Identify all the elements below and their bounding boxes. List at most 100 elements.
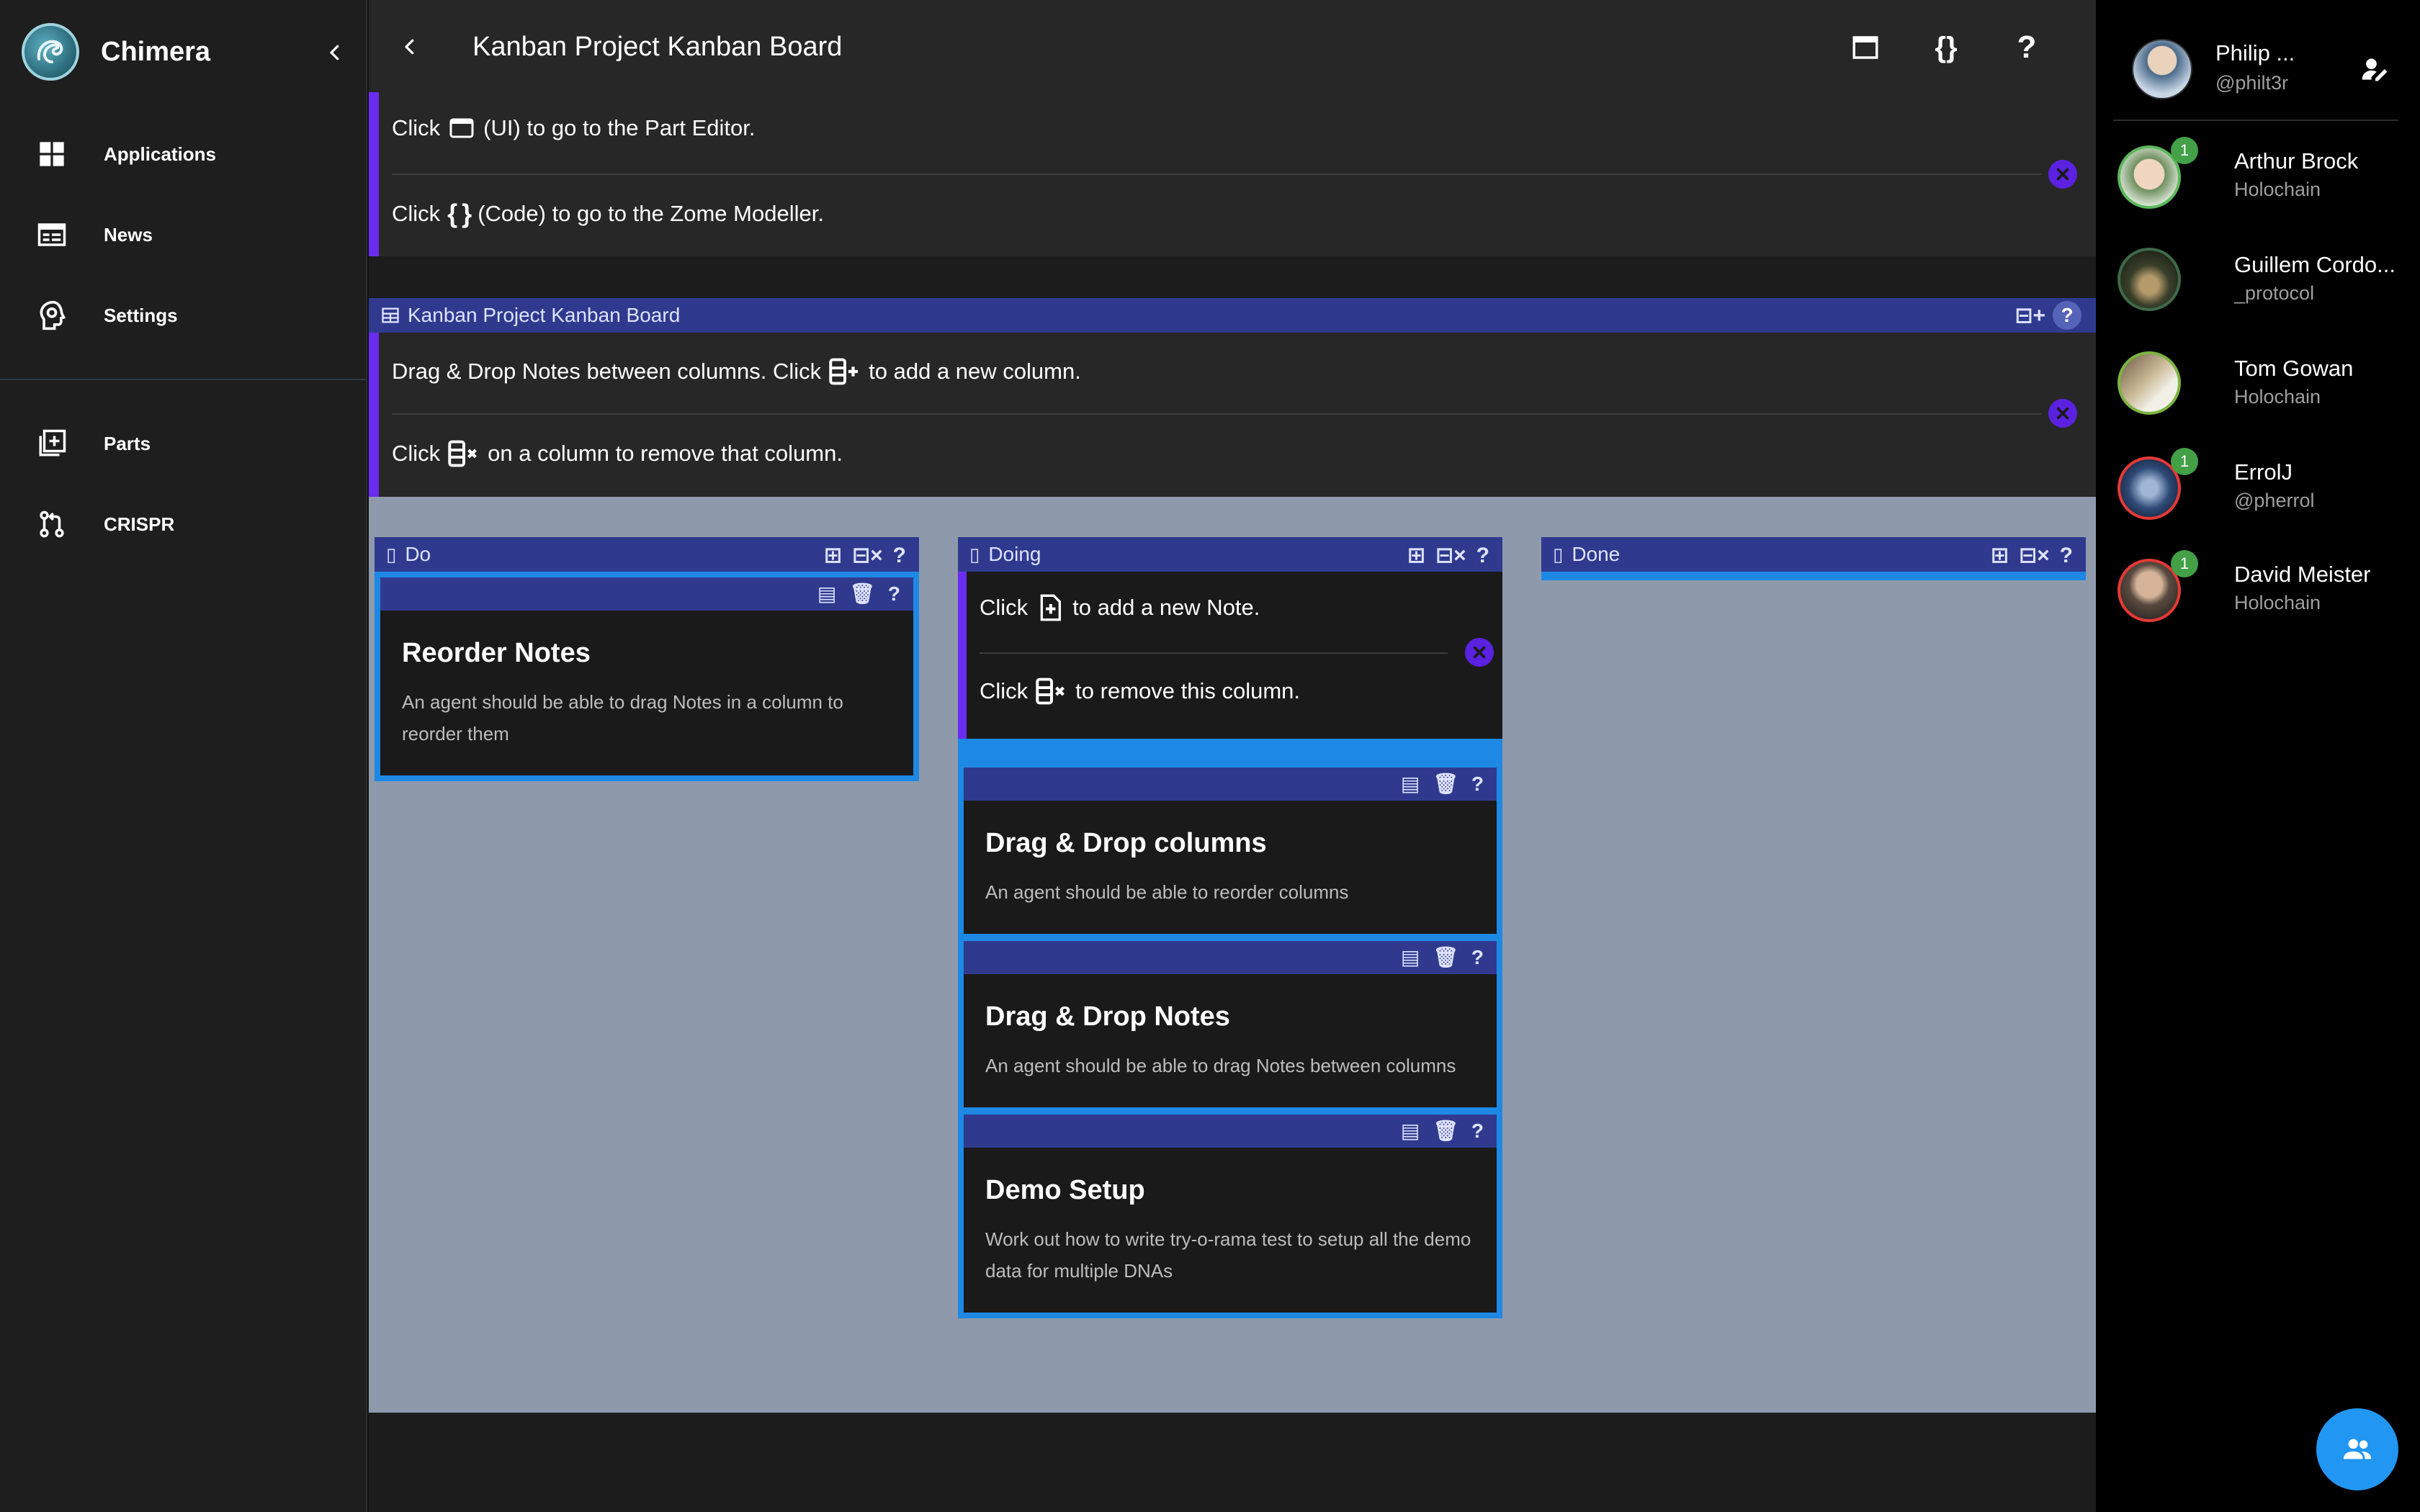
question-icon[interactable]: ? <box>1471 773 1484 796</box>
column-doing[interactable]: ▯ Doing ⊞ ⊟× ? Click to add a new Note. … <box>958 537 1502 1318</box>
dismiss-help-button[interactable] <box>1465 638 1494 667</box>
person-sub: Holochain <box>2234 592 2321 613</box>
question-icon: ? <box>2017 30 2037 65</box>
delete-icon[interactable]: 🗑 <box>849 582 875 606</box>
remove-column-icon <box>447 439 480 468</box>
column-body <box>1541 572 2086 580</box>
library-add-icon <box>36 428 68 459</box>
column-header[interactable]: ▯ Do ⊞ ⊟× ? <box>375 537 919 572</box>
question-icon[interactable]: ? <box>893 544 906 568</box>
note-header: ▤ 🗑 ? <box>964 768 1497 801</box>
note-card[interactable]: ▤ 🗑 ? Drag & Drop Notes An agent should … <box>964 941 1497 1107</box>
edit-note-icon[interactable]: ▤ <box>1401 945 1420 969</box>
nav-item-applications[interactable]: Applications <box>0 118 366 190</box>
question-icon: ? <box>2061 304 2074 326</box>
nav-item-settings[interactable]: Settings <box>0 279 366 351</box>
delete-icon[interactable]: 🗑 <box>1433 772 1458 796</box>
divider <box>2113 120 2398 121</box>
brand: Chimera <box>22 22 353 82</box>
chimera-logo[interactable] <box>22 23 79 81</box>
help-button[interactable]: ? <box>2001 22 2053 73</box>
column-header[interactable]: ▯ Doing ⊞ ⊟× ? <box>958 537 1502 572</box>
edit-profile-button[interactable] <box>2360 53 2391 89</box>
remove-column-icon[interactable]: ⊟× <box>852 543 883 568</box>
person-item[interactable]: Tom Gowan Holochain <box>2096 344 2420 438</box>
note-description: An agent should be able to reorder colum… <box>985 881 1349 903</box>
column-header[interactable]: ▯ Done ⊞ ⊟× ? <box>1541 537 2086 572</box>
help-text: (Code) to go to the Zome Modeller. <box>478 201 824 226</box>
source-pull-icon <box>36 508 68 540</box>
edit-note-icon[interactable]: ▤ <box>1401 772 1420 796</box>
question-icon[interactable]: ? <box>888 582 900 606</box>
zome-modeller-button[interactable]: {} <box>1920 22 1972 73</box>
nav-label: Settings <box>104 304 178 326</box>
unread-badge: 1 <box>2171 137 2198 164</box>
help-line: Click { } (Code) to go to the Zome Model… <box>392 199 824 229</box>
dismiss-help-button[interactable] <box>2048 399 2077 428</box>
edit-note-icon[interactable]: ▤ <box>1401 1119 1420 1143</box>
nav-divider <box>0 379 366 380</box>
note-card[interactable]: ▤ 🗑 ? Reorder Notes An agent should be a… <box>380 577 913 775</box>
nav-item-news[interactable]: News <box>0 199 366 271</box>
column-done[interactable]: ▯ Done ⊞ ⊟× ? <box>1541 537 2086 580</box>
help-text: to add a new column. <box>869 359 1081 384</box>
help-line: Click (UI) to go to the Part Editor. <box>392 115 756 141</box>
newspaper-icon <box>36 219 68 251</box>
note-card[interactable]: ▤ 🗑 ? Drag & Drop columns An agent shoul… <box>964 768 1497 934</box>
note-card[interactable]: ▤ 🗑 ? Demo Setup Work out how to write t… <box>964 1115 1497 1313</box>
question-icon[interactable]: ? <box>2060 544 2073 568</box>
edit-note-icon[interactable]: ▤ <box>817 582 836 606</box>
help-text: to remove this column. <box>1075 678 1301 703</box>
help-text: Drag & Drop Notes between columns. Click <box>392 359 822 384</box>
add-column-icon[interactable]: ⊟+ <box>2015 303 2045 328</box>
add-note-icon[interactable]: ⊞ <box>1407 543 1425 568</box>
column-title: Done <box>1572 543 1621 565</box>
person-item[interactable]: 1 ErrolJ @pherrol <box>2096 448 2420 541</box>
collapse-sidebar-button[interactable] <box>317 35 353 71</box>
person-name: David Meister <box>2234 562 2371 587</box>
divider <box>980 652 1448 654</box>
person-sub: Holochain <box>2234 179 2321 200</box>
person-item[interactable]: Guillem Cordo... _protocol <box>2096 240 2420 334</box>
people-fab-button[interactable] <box>2316 1408 2398 1490</box>
add-column-icon <box>828 357 861 386</box>
remove-column-icon[interactable]: ⊟× <box>2019 543 2050 568</box>
column-actions: ⊞ ⊟× ? <box>1407 543 1489 568</box>
dismiss-help-button[interactable] <box>2048 160 2077 189</box>
person-item[interactable]: 1 Arthur Brock Holochain <box>2096 137 2420 230</box>
avatar <box>2118 351 2181 415</box>
close-icon <box>2056 168 2069 181</box>
nav-item-parts[interactable]: Parts <box>0 408 366 480</box>
person-item[interactable]: 1 David Meister Holochain <box>2096 550 2420 644</box>
help-text: (UI) to go to the Part Editor. <box>483 115 756 140</box>
left-sidebar: Chimera Applications News Settings Parts… <box>0 0 367 1512</box>
nav-item-crispr[interactable]: CRISPR <box>0 488 366 560</box>
column-body: Click to add a new Note. Click to remove… <box>958 572 1502 1318</box>
note-description: Work out how to write try-o-rama test to… <box>985 1228 1471 1282</box>
board-actions: ⊟+ ? <box>2015 301 2081 330</box>
bottom-strip <box>369 1433 2096 1512</box>
help-text: Click <box>980 595 1028 620</box>
question-icon[interactable]: ? <box>1471 946 1484 969</box>
column-body: ▤ 🗑 ? Reorder Notes An agent should be a… <box>375 572 919 781</box>
delete-icon[interactable]: 🗑 <box>1433 1119 1458 1143</box>
column-icon: ▯ <box>386 543 397 565</box>
help-line: Drag & Drop Notes between columns. Click… <box>392 357 1081 386</box>
note-title: Reorder Notes <box>402 638 591 668</box>
add-note-icon[interactable]: ⊞ <box>824 543 842 568</box>
app-name: Chimera <box>101 36 211 67</box>
current-user[interactable]: Philip ... @philt3r <box>2118 33 2406 105</box>
part-editor-button[interactable] <box>1839 22 1891 73</box>
question-icon[interactable]: ? <box>1476 544 1489 568</box>
board-help-button[interactable]: ? <box>2053 301 2081 330</box>
column-do[interactable]: ▯ Do ⊞ ⊟× ? ▤ 🗑 ? Reorder Notes An agent… <box>375 537 919 781</box>
add-note-icon[interactable]: ⊞ <box>1991 543 2009 568</box>
remove-column-icon[interactable]: ⊟× <box>1435 543 1466 568</box>
back-button[interactable] <box>390 27 429 66</box>
question-icon[interactable]: ? <box>1471 1120 1484 1143</box>
delete-icon[interactable]: 🗑 <box>1433 945 1458 969</box>
main-content: Kanban Project Kanban Board {} ? Click (… <box>369 0 2096 1512</box>
help-text: Click <box>980 678 1028 703</box>
table-icon <box>380 305 400 325</box>
grid-icon <box>36 138 68 170</box>
